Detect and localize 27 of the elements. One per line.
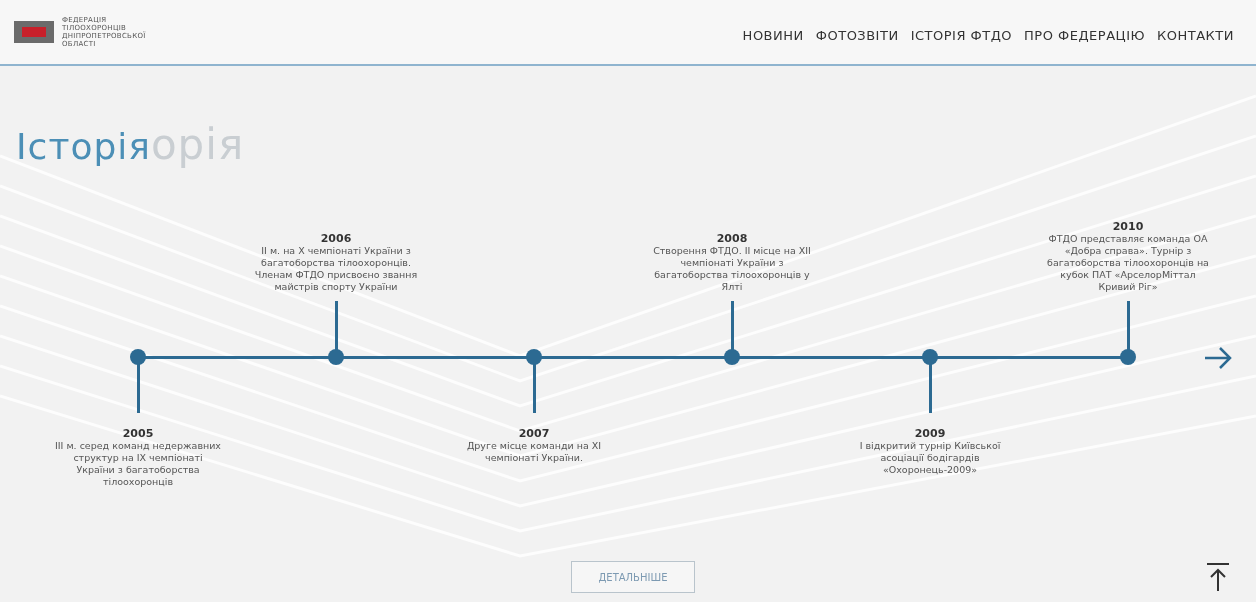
event-description: Створення ФТДО. II місце на XII чемпіонаті України з багатоборства тілоохоронців у Ялті [652, 245, 812, 293]
next-arrow-icon[interactable] [1203, 345, 1233, 371]
nav-link[interactable]: ФОТОЗВІТИ [815, 27, 899, 43]
logo-icon [14, 21, 54, 43]
scroll-top-icon[interactable] [1206, 562, 1230, 592]
event-year: 2005 [121, 427, 155, 440]
nav-link[interactable]: ПРО ФЕДЕРАЦІЮ [1024, 27, 1146, 43]
event-year: 2007 [517, 427, 551, 440]
event-year: 2008 [715, 232, 749, 245]
timeline-dot [1120, 349, 1136, 365]
event-year: 2009 [913, 427, 947, 440]
nav-link[interactable]: ІСТОРІЯ ФТДО [910, 27, 1013, 43]
event-year: 2010 [1111, 220, 1145, 233]
event-description: Друге місце команди на XI чемпіонаті України. [465, 440, 603, 464]
event-description: ФТДО представляє команда ОА «Добра справа». Турнір з багатоборства тілоохоронців на кубок ПАТ «АрселорМіттал Кривий Ріг» [1046, 233, 1210, 293]
timeline-dot [328, 349, 344, 365]
event-description: I відкритий турнір Київської асоціації бодігардів «Охоронець-2009» [858, 440, 1002, 476]
timeline-dot [724, 349, 740, 365]
page-heading: Історія [16, 126, 151, 167]
timeline-dot [526, 349, 542, 365]
event-description: II м. на X чемпіонаті України з багатоборства тілоохоронців. Членам ФТДО присвоєно звання майстрів спорту України [253, 245, 419, 293]
nav-link[interactable]: КОНТАКТИ [1157, 27, 1234, 43]
timeline-dot [922, 349, 938, 365]
event-year: 2006 [319, 232, 353, 245]
event-description: III м. серед команд недержавних структур на IX чемпіонаті України з багатоборства тілоохоронців [54, 440, 222, 488]
nav-link[interactable]: НОВИНИ [742, 27, 804, 43]
timeline-dot [130, 349, 146, 365]
